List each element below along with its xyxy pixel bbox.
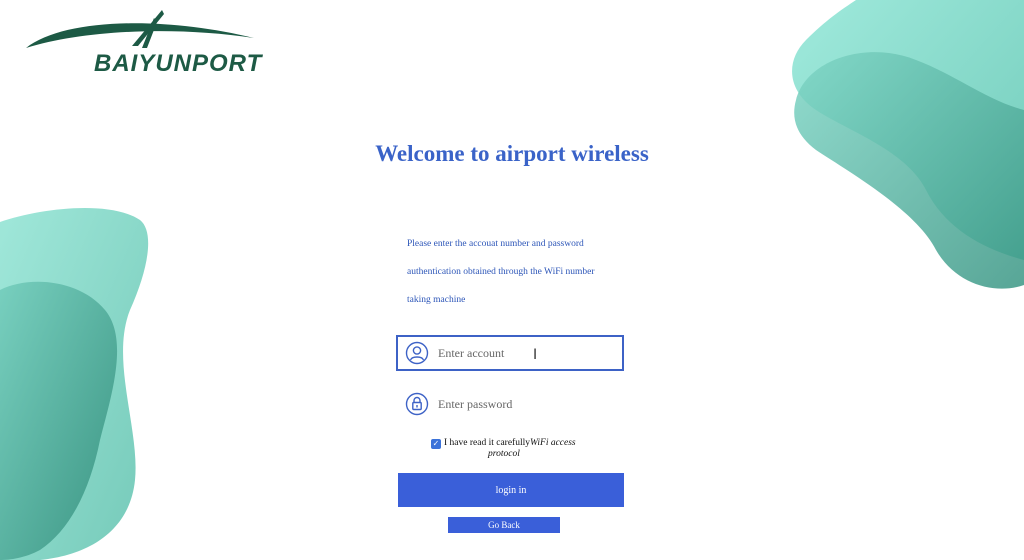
instruction-line: authentication obtained through the WiFi…: [407, 267, 595, 277]
password-input[interactable]: [438, 396, 588, 412]
instruction-line: taking machine: [407, 295, 466, 305]
instruction-line: Please enter the accouat number and pass…: [407, 239, 584, 249]
agreement-checkbox[interactable]: ✓: [431, 439, 441, 449]
text-cursor-icon: I: [533, 347, 538, 363]
go-back-button[interactable]: Go Back: [448, 517, 560, 533]
account-input[interactable]: [438, 345, 588, 361]
baiyunport-logo: BAIYUNPORT: [24, 8, 329, 78]
agreement-link[interactable]: WiFi access: [530, 438, 576, 448]
agreement-link-continued[interactable]: protocol: [488, 449, 520, 460]
instructions: Please enter the accouat number and pass…: [407, 230, 637, 314]
logo-swoosh-icon: [26, 10, 254, 48]
password-field[interactable]: [396, 386, 624, 422]
account-field[interactable]: [396, 335, 624, 371]
login-button[interactable]: login in: [398, 473, 624, 507]
agreement-label: I have read it carefully: [444, 438, 530, 448]
user-icon: [404, 340, 430, 366]
decor-blob-left: [0, 208, 149, 560]
logo-text: BAIYUNPORT: [94, 50, 263, 77]
page-title: Welcome to airport wireless: [375, 141, 649, 166]
lock-icon: [404, 391, 430, 417]
agreement-text: I have read it carefullyWiFi access: [444, 438, 594, 449]
